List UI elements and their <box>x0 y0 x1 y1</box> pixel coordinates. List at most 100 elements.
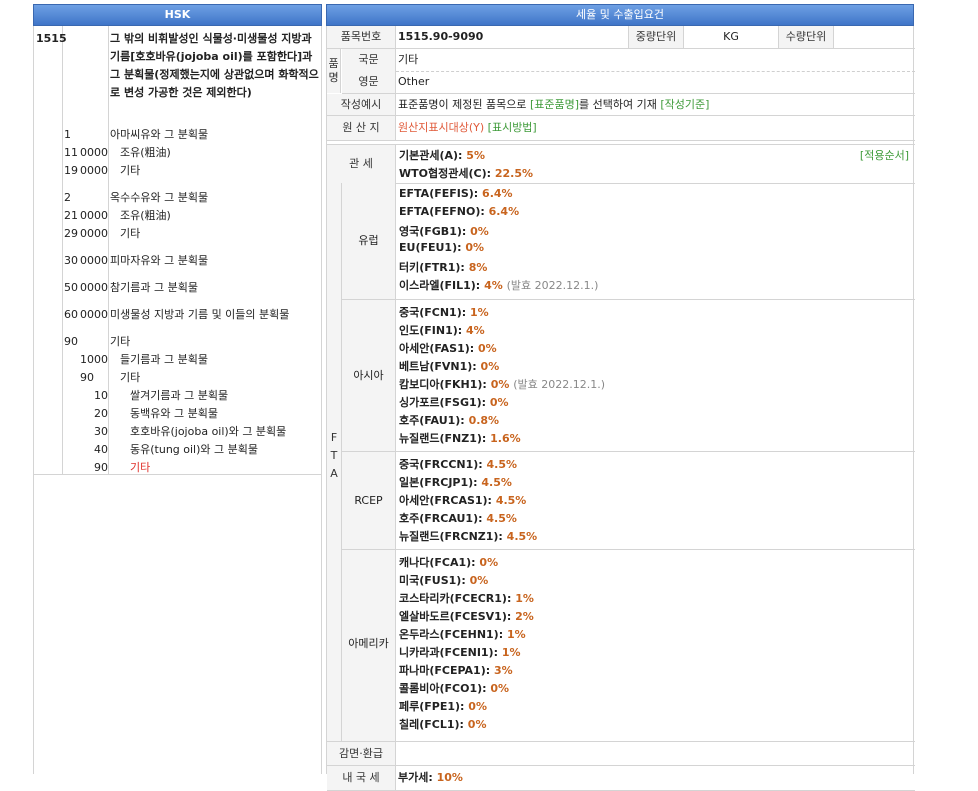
fta-agreement-name: 칠레(FCL1): <box>399 718 464 731</box>
hsk-row-label: 동백유와 그 분획물 <box>130 407 218 420</box>
hsk-row[interactable]: 29 00 00 기타 <box>34 225 323 243</box>
fta-label-letter: F <box>330 431 338 444</box>
origin-marking-status: 원산지표시대상(Y) <box>398 121 485 134</box>
english-name-value: Other <box>396 71 915 94</box>
marking-method-link[interactable]: [표시방법] <box>488 121 537 134</box>
fta-rate: 1.6% <box>490 432 521 445</box>
hsk-row-label: 기타 <box>130 461 151 474</box>
hsk-subheading-code: 21 <box>64 209 78 222</box>
fta-group: 아메리카 캐나다(FCA1): 0% 미국(FUS1): 0% 코스타리카(FCECR… <box>342 549 915 738</box>
hsk-heading-code: 1515 <box>36 32 67 45</box>
hsk-subheading-code: 30 <box>64 254 78 267</box>
hsk-row[interactable]: 30 00 00 피마자유와 그 분획물 <box>34 252 323 270</box>
fta-agreement-name: 온두라스(FCEHN1): <box>399 628 504 641</box>
weight-unit-value: KG <box>684 26 779 48</box>
domestic-tax-label: 내 국 세 <box>327 766 396 790</box>
fta-rate-line: 터키(FTR1): 8% <box>399 259 487 275</box>
fta-rate-line: 베트남(FVN1): 0% <box>399 358 499 374</box>
fta-rate: 4.5% <box>481 476 512 489</box>
fta-agreement-name: EFTA(FEFNO): <box>399 205 485 218</box>
hsk-row-label: 기타 <box>120 371 141 384</box>
standard-name-link[interactable]: [표준품명] <box>530 98 579 111</box>
fta-region-name: 아시아 <box>353 369 384 382</box>
fta-rate: 1% <box>515 592 534 605</box>
fta-rate-line: EFTA(FEFIS): 6.4% <box>399 187 513 200</box>
hsk-row[interactable]: 20 동백유와 그 분획물 <box>34 405 323 423</box>
korean-name-label: 국문 <box>342 49 396 72</box>
hsk-row[interactable]: 1 아마씨유와 그 분획물 <box>34 126 323 144</box>
fta-rate: 2% <box>515 610 534 623</box>
fta-agreement-name: EFTA(FEFIS): <box>399 187 479 200</box>
fta-rate: 0% <box>469 574 489 587</box>
hsk-subheading-code-3: 00 <box>94 308 108 321</box>
fta-label-letter: T <box>330 449 338 462</box>
product-name-rows: 품명 국문 기타 영문 Other 작성예시 표준품명이 제정된 품목으로 [표… <box>327 49 915 116</box>
fta-rate-line: 코스타리카(FCECR1): 1% <box>399 590 534 606</box>
hsk-subheading-code-2: 00 <box>80 164 94 177</box>
origin-label: 원 산 지 <box>327 116 396 140</box>
hsk-row[interactable]: 90 기타 <box>34 369 323 387</box>
domestic-tax-value: 부가세: 10% <box>398 771 463 784</box>
tariff-label: 관 세 <box>327 145 396 183</box>
fta-rate: 0% <box>470 225 489 238</box>
fta-rate: 1% <box>506 628 526 641</box>
fta-agreement-name: 캐나다(FCA1): <box>399 556 476 569</box>
fta-agreement-name: 인도(FIN1): <box>399 324 463 337</box>
hsk-subheading-code-2: 90 <box>80 371 94 384</box>
hsk-row[interactable]: 21 00 00 조유(粗油) <box>34 207 323 225</box>
hsk-tree: 1515 그 밖의 비휘발성인 식물성·미생물성 지방과 기름[호호바유(joj… <box>33 26 322 774</box>
fta-rate: 1% <box>501 646 521 659</box>
origin-value: 원산지표시대상(Y) [표시방법] <box>396 116 537 140</box>
fta-rate: 0% <box>489 396 509 409</box>
fta-rate-line: 호주(FRCAU1): 4.5% <box>399 510 517 526</box>
hsk-subheading-code-3: 90 <box>94 461 108 474</box>
fta-rate-line: 아세안(FAS1): 0% <box>399 340 497 356</box>
hsk-subheading-code: 50 <box>64 281 78 294</box>
hsk-subheading-code-2: 00 <box>80 308 94 321</box>
weight-unit-label: 중량단위 <box>629 26 684 48</box>
apply-order-link[interactable]: [적용순서] <box>860 147 909 163</box>
hsk-subheading-code-2: 00 <box>80 254 94 267</box>
tariff-header: 세율 및 수출입요건 <box>326 4 914 26</box>
hsk-row[interactable]: 10 쌀겨기름과 그 분획물 <box>34 387 323 405</box>
hsk-subheading-code-3: 00 <box>94 353 108 366</box>
fta-effective-note: (발효 2022.12.1.) <box>513 378 606 391</box>
fta-rate-line: 아세안(FRCAS1): 4.5% <box>399 492 526 508</box>
writing-standard-link[interactable]: [작성기준] <box>660 98 709 111</box>
writing-example-label: 작성예시 <box>327 94 396 115</box>
hsk-row[interactable]: 2 옥수수유와 그 분획물 <box>34 189 323 207</box>
fta-rate-line: 뉴질랜드(FNZ1): 1.6% <box>399 430 521 446</box>
fta-rate: 0% <box>465 241 485 254</box>
fta-agreement-name: 콜롬비아(FCO1): <box>399 682 487 695</box>
hsk-row[interactable]: 10 00 들기름과 그 분획물 <box>34 351 323 369</box>
hsk-subheading-code: 60 <box>64 308 78 321</box>
fta-agreement-name: 호주(FRCAU1): <box>399 512 483 525</box>
hsk-subheading-code-3: 00 <box>94 164 108 177</box>
hsk-row[interactable]: 30 호호바유(jojoba oil)와 그 분획물 <box>34 423 323 441</box>
fta-rate-line: EU(FEU1): 0% <box>399 241 484 254</box>
fta-agreement-name: 터키(FTR1): <box>399 261 465 274</box>
hsk-subheading-code-3: 10 <box>94 389 108 402</box>
hsk-subheading-code: 2 <box>64 191 71 204</box>
hsk-row[interactable]: 40 동유(tung oil)와 그 분획물 <box>34 441 323 459</box>
fta-agreement-name: 중국(FCN1): <box>399 306 467 319</box>
writing-example-value: 표준품명이 제정된 품목으로 [표준품명]를 선택하여 기재 [작성기준] <box>396 94 915 115</box>
item-number-row: 품목번호 1515.90-9090 중량단위 KG 수량단위 <box>327 26 915 49</box>
fta-agreement-name: 아세안(FAS1): <box>399 342 475 355</box>
fta-agreement-name: 뉴질랜드(FNZ1): <box>399 432 487 445</box>
hsk-row[interactable]: 50 00 00 참기름과 그 분획물 <box>34 279 323 297</box>
fta-rate-line: 싱가포르(FSG1): 0% <box>399 394 509 410</box>
fta-rate-line: 캄보디아(FKH1): 0% (발효 2022.12.1.) <box>399 376 605 392</box>
hsk-row[interactable]: 60 00 00 미생물성 지방과 기름 및 이들의 분획물 <box>34 306 323 324</box>
hsk-row-label: 조유(粗油) <box>120 209 171 222</box>
hsk-row[interactable]: 90 기타 <box>34 459 323 477</box>
hsk-row[interactable]: 11 00 00 조유(粗油) <box>34 144 323 162</box>
fta-agreement-name: 엘살바도르(FCESV1): <box>399 610 512 623</box>
fta-agreement-name: 일본(FRCJP1): <box>399 476 478 489</box>
fta-rate: 3% <box>493 664 513 677</box>
hsk-row[interactable]: 90 기타 <box>34 333 323 351</box>
hsk-row[interactable]: 19 00 00 기타 <box>34 162 323 180</box>
writing-example-text: 표준품명이 제정된 품목으로 <box>398 98 527 111</box>
fta-rate-line: 중국(FRCCN1): 4.5% <box>399 456 517 472</box>
hsk-heading-description: 그 밖의 비휘발성인 식물성·미생물성 지방과 기름[호호바유(jojoba o… <box>110 32 319 99</box>
